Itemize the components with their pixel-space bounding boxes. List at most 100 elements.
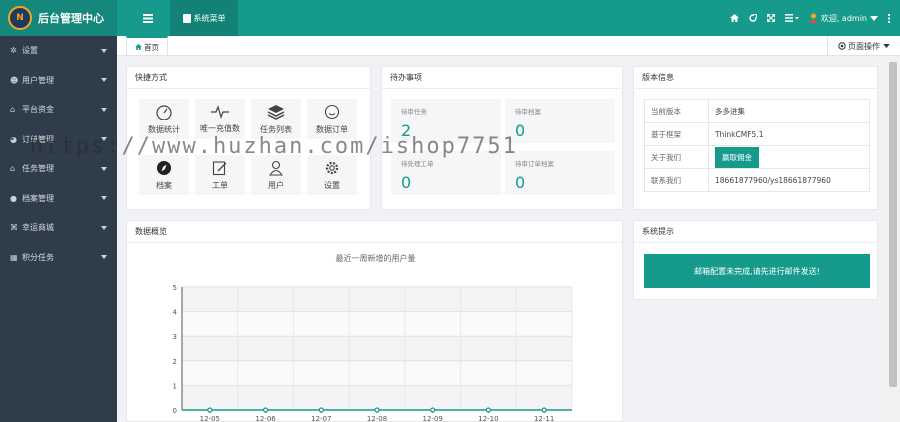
sidebar-item-settings[interactable]: ✲ 设置 [0, 36, 117, 66]
system-menu-tab[interactable]: 系统菜单 [170, 0, 238, 36]
grid-band [182, 385, 572, 410]
sidebar-item-archives[interactable]: ● 档案管理 [0, 184, 117, 214]
todo-pending-archives[interactable]: 待审档案 0 [505, 99, 615, 143]
version-value: 18661877960/ys18661877960 [708, 168, 870, 192]
todo-count: 0 [401, 173, 412, 192]
more-button[interactable] [883, 0, 900, 36]
circle-icon: ● [10, 193, 17, 203]
caret-down-icon [101, 137, 107, 142]
document-icon [182, 13, 191, 23]
sidebar: ✲ 设置 ☻ 用户管理 ⌂ 平台资金 ◕ 订单管理 ⌂ 任务管理 ● 档案管理 … [0, 36, 117, 422]
refresh-button[interactable] [744, 0, 762, 36]
shortcut-data-orders[interactable]: 数据订单 [307, 99, 357, 139]
sidebar-item-label: 积分任务 [22, 252, 54, 262]
about-us-button[interactable]: 赢取佣金 [715, 146, 759, 168]
shortcut-label: 数据订单 [316, 124, 348, 134]
shortcut-label: 工单 [212, 180, 228, 190]
sidebar-item-label: 用户管理 [22, 75, 54, 85]
sidebar-item-users[interactable]: ☻ 用户管理 [0, 66, 117, 96]
y-tick-label: 5 [173, 284, 177, 292]
y-tick-label: 4 [173, 309, 178, 317]
data-point [262, 407, 269, 413]
sidebar-item-funds[interactable]: ⌂ 平台资金 [0, 95, 117, 125]
data-point [374, 407, 380, 413]
shortcut-settings[interactable]: 设置 [307, 155, 357, 195]
shortcut-label: 用户 [268, 180, 284, 190]
version-value: 赢取佣金 [708, 145, 870, 169]
x-tick-label: 12-06 [255, 415, 276, 422]
grid-band [182, 336, 572, 361]
todo-pending-order-archives[interactable]: 待审订单档案 0 [505, 151, 615, 195]
grid-band [182, 287, 572, 312]
page-scrollbar[interactable] [886, 56, 900, 422]
shortcut-recharge[interactable]: 唯一充值数 [195, 99, 245, 139]
scrollbar-thumb[interactable] [889, 62, 897, 387]
fullscreen-button[interactable] [762, 0, 780, 36]
x-tick-label: 12-09 [423, 415, 443, 422]
todo-pending-tasks[interactable]: 待审任务 2 [391, 99, 501, 143]
todo-label: 待审档案 [515, 108, 541, 116]
shortcut-users[interactable]: 用户 [251, 155, 301, 195]
y-tick-label: 3 [173, 333, 177, 341]
list-icon [143, 13, 153, 23]
home-icon [729, 14, 739, 22]
user-icon [268, 160, 284, 176]
shortcut-label: 唯一充值数 [200, 123, 240, 133]
panel-title: 版本信息 [634, 67, 877, 89]
shortcut-label: 数据统计 [148, 124, 180, 134]
refresh-icon [749, 14, 757, 22]
compass-icon [157, 160, 171, 175]
sidebar-item-label: 平台资金 [22, 105, 54, 115]
brand[interactable]: N 后台管理中心 [0, 0, 117, 36]
shortcut-statistics[interactable]: 数据统计 [139, 99, 189, 139]
sidebar-item-label: 任务管理 [22, 164, 54, 174]
todo-label: 待处理工单 [401, 160, 434, 168]
todo-label: 待审订单档案 [515, 160, 554, 168]
caret-down-icon [101, 48, 107, 53]
tab-home[interactable]: 首页 [126, 36, 168, 56]
caret-down-icon [883, 44, 890, 48]
user-menu[interactable]: 欢迎, admin [804, 0, 883, 36]
sidebar-item-shop[interactable]: ⌘ 幸运商城 [0, 213, 117, 243]
shortcut-archives[interactable]: 档案 [139, 155, 189, 195]
caret-down-icon [101, 166, 107, 171]
email-config-alert[interactable]: 邮箱配置未完成,请先进行邮件发送! [644, 254, 870, 288]
home-icon [135, 44, 142, 50]
sidebar-item-points[interactable]: ▦ 积分任务 [0, 243, 117, 273]
shortcut-tickets[interactable]: 工单 [195, 155, 245, 195]
version-key: 基于框架 [644, 122, 709, 146]
caret-down-icon [101, 255, 107, 260]
expand-icon [766, 14, 775, 22]
todo-count: 0 [515, 173, 526, 192]
version-key: 关于我们 [644, 145, 709, 169]
smile-icon [324, 104, 340, 119]
shortcut-task-list[interactable]: 任务列表 [251, 99, 301, 139]
sidebar-item-label: 订单管理 [22, 134, 54, 144]
page-operations-button[interactable]: 页面操作 [827, 36, 900, 56]
top-navbar: N 后台管理中心 系统菜单 欢迎, admin [0, 0, 900, 36]
menu-dropdown-button[interactable] [780, 0, 804, 36]
sidebar-item-orders[interactable]: ◕ 订单管理 [0, 125, 117, 155]
panel-title: 系统提示 [634, 221, 877, 243]
tab-home-label: 首页 [144, 42, 159, 52]
y-tick-label: 2 [173, 358, 177, 366]
grid-icon: ▦ [10, 252, 18, 262]
users-icon: ☻ [10, 75, 19, 85]
version-panel: 版本信息 当前版本 多多进集 基于框架 ThinkCMF5.1 关于我们 赢取佣… [633, 66, 878, 210]
sidebar-item-tasks[interactable]: ⌂ 任务管理 [0, 154, 117, 184]
gear-icon [325, 161, 339, 174]
sidebar-item-label: 设置 [22, 46, 38, 56]
bars-icon [784, 14, 799, 22]
x-tick-label: 12-10 [478, 415, 498, 422]
data-overview-panel: 数据概览 最近一周新增的用户量 0 1 2 3 4 5 12-05 12-06 12-07 12-… [126, 220, 623, 422]
home-button[interactable] [725, 0, 744, 36]
table-row: 基于框架 ThinkCMF5.1 [644, 122, 870, 146]
data-point [485, 407, 492, 413]
menu-toggle-button[interactable] [126, 0, 170, 36]
line-chart: 0 1 2 3 4 5 12-05 12-06 12-07 12-08 12-09 12-10 12-1… [173, 284, 573, 422]
todo-pending-tickets[interactable]: 待处理工单 0 [391, 151, 501, 195]
todo-count: 2 [401, 121, 412, 140]
activity-icon [211, 104, 229, 119]
version-value: ThinkCMF5.1 [708, 122, 870, 146]
layers-icon [267, 104, 285, 120]
